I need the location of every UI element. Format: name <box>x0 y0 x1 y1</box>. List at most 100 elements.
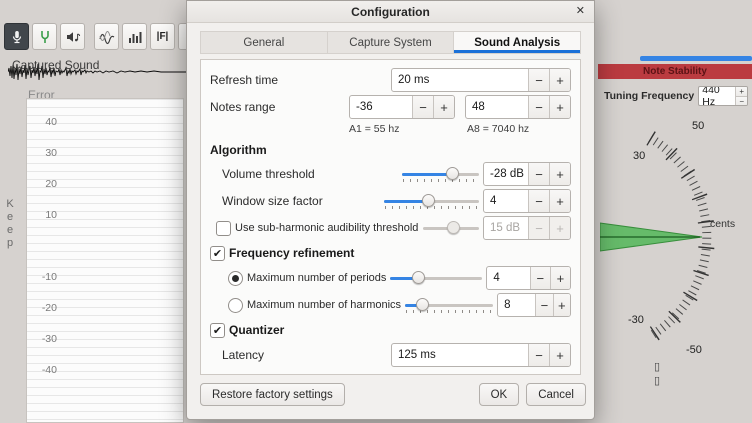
histogram-view-button[interactable] <box>122 23 147 50</box>
max-harmonics-radio[interactable] <box>228 298 243 313</box>
subharmonic-decrease-button[interactable]: − <box>528 217 549 239</box>
max-periods-spinbox[interactable]: 4 − + <box>486 266 571 290</box>
slider-ticks <box>403 179 478 182</box>
refresh-time-increase-button[interactable]: + <box>549 69 570 91</box>
error-history-plot: 40 30 20 10 -10 -20 -30 -40 <box>26 98 184 423</box>
notes-range-max-spinbox[interactable]: 48 − + <box>465 95 571 119</box>
tuning-frequency-spinbox[interactable]: 440 Hz + − <box>698 86 748 106</box>
slider-fill <box>402 173 451 176</box>
notes-range-min-spinbox[interactable]: -36 − + <box>349 95 455 119</box>
fourier-view-label: |F| <box>157 31 169 42</box>
subharmonic-slider[interactable] <box>423 219 479 237</box>
max-harmonics-value[interactable]: 8 <box>498 294 535 316</box>
check-icon: ✔ <box>213 324 222 337</box>
cents-gauge-dial <box>600 110 752 423</box>
notes-range-max-increase-button[interactable]: + <box>549 96 570 118</box>
ok-button[interactable]: OK <box>479 383 520 406</box>
subharmonic-checkbox[interactable] <box>216 221 231 236</box>
latency-label: Latency <box>222 348 264 362</box>
notes-range-min-increase-button[interactable]: + <box>433 96 454 118</box>
cancel-button[interactable]: Cancel <box>526 383 586 406</box>
error-scale-label: -40 <box>33 364 57 376</box>
tuning-frequency-decrease-button[interactable]: − <box>736 97 747 106</box>
max-periods-value[interactable]: 4 <box>487 267 529 289</box>
max-periods-decrease-button[interactable]: − <box>530 267 550 289</box>
toolbar: |F| μ <box>4 23 206 50</box>
notes-range-max-decrease-button[interactable]: − <box>528 96 549 118</box>
latency-increase-button[interactable]: + <box>549 344 570 366</box>
volume-threshold-slider[interactable] <box>402 165 479 183</box>
tab-capture-system-label: Capture System <box>349 37 431 49</box>
volume-threshold-row: Volume threshold -28 dB − + <box>210 162 571 186</box>
refresh-time-value[interactable]: 20 ms <box>392 69 528 91</box>
tab-capture-system[interactable]: Capture System <box>328 32 455 53</box>
latency-decrease-button[interactable]: − <box>528 344 549 366</box>
tuning-frequency-increase-button[interactable]: + <box>736 87 747 97</box>
note-display: ▯ ▯ <box>654 360 660 388</box>
slider-handle[interactable] <box>447 221 460 234</box>
volume-threshold-decrease-button[interactable]: − <box>528 163 549 185</box>
tuning-fork-icon <box>37 29 53 45</box>
notes-range-min-value[interactable]: -36 <box>350 96 412 118</box>
max-periods-label: Maximum number of periods <box>247 272 386 284</box>
max-periods-row: Maximum number of periods 4 − + <box>210 266 571 290</box>
notes-range-captions: A1 = 55 hz A8 = 7040 hz <box>210 122 571 136</box>
notes-range-max-value[interactable]: 48 <box>466 96 528 118</box>
captured-sound-panel: Captured Sound <box>8 56 186 86</box>
note-stability-label: Note Stability <box>643 66 707 77</box>
speaker-button[interactable] <box>60 23 85 50</box>
max-periods-increase-button[interactable]: + <box>550 267 570 289</box>
window-size-factor-row: Window size factor 4 − + <box>210 189 571 213</box>
latency-value[interactable]: 125 ms <box>392 344 528 366</box>
subharmonic-row: Use sub-harmonic audibility threshold 15… <box>210 216 571 240</box>
frequency-refinement-header-row: ✔ Frequency refinement <box>210 243 571 263</box>
refresh-time-spinbox[interactable]: 20 ms − + <box>391 68 571 92</box>
tab-sound-analysis-label: Sound Analysis <box>474 37 560 49</box>
window-size-factor-decrease-button[interactable]: − <box>528 190 549 212</box>
subharmonic-increase-button[interactable]: + <box>549 217 570 239</box>
restore-factory-settings-button[interactable]: Restore factory settings <box>200 383 345 406</box>
slider-handle[interactable] <box>446 167 459 180</box>
microphone-button[interactable] <box>4 23 29 50</box>
close-icon[interactable]: ✕ <box>576 4 585 17</box>
window-size-factor-spinbox[interactable]: 4 − + <box>483 189 571 213</box>
max-periods-radio[interactable] <box>228 271 243 286</box>
microphone-icon <box>9 29 25 45</box>
notes-range-min-decrease-button[interactable]: − <box>412 96 433 118</box>
volume-threshold-spinbox[interactable]: -28 dB − + <box>483 162 571 186</box>
window-size-factor-value[interactable]: 4 <box>484 190 528 212</box>
volume-threshold-value[interactable]: -28 dB <box>484 163 528 185</box>
latency-spinbox[interactable]: 125 ms − + <box>391 343 571 367</box>
tab-general-label: General <box>243 37 284 49</box>
max-harmonics-increase-button[interactable]: + <box>553 294 570 316</box>
refresh-time-decrease-button[interactable]: − <box>528 69 549 91</box>
subharmonic-spinbox[interactable]: 15 dB − + <box>483 216 571 240</box>
max-harmonics-spinbox[interactable]: 8 − + <box>497 293 571 317</box>
window-size-factor-increase-button[interactable]: + <box>549 190 570 212</box>
notes-range-min-caption: A1 = 55 hz <box>345 123 453 135</box>
max-harmonics-slider[interactable] <box>405 296 493 314</box>
dialog-titlebar[interactable]: Configuration ✕ <box>187 1 594 23</box>
tab-general[interactable]: General <box>201 32 328 53</box>
quantizer-checkbox[interactable]: ✔ <box>210 323 225 338</box>
subharmonic-value[interactable]: 15 dB <box>484 217 528 239</box>
tuning-fork-button[interactable] <box>32 23 57 50</box>
dialog-title: Configuration <box>351 5 430 19</box>
tuning-frequency-value[interactable]: 440 Hz <box>699 87 735 105</box>
gauge-label-minus30: -30 <box>628 314 644 326</box>
window-size-factor-slider[interactable] <box>384 192 479 210</box>
volume-threshold-increase-button[interactable]: + <box>549 163 570 185</box>
slider-handle[interactable] <box>412 271 425 284</box>
slider-handle[interactable] <box>416 298 429 311</box>
input-volume-slider[interactable] <box>640 56 752 61</box>
slider-handle[interactable] <box>422 194 435 207</box>
keep-axis-label: Keep <box>4 198 16 250</box>
waveform-view-button[interactable] <box>94 23 119 50</box>
max-harmonics-decrease-button[interactable]: − <box>535 294 552 316</box>
tab-sound-analysis[interactable]: Sound Analysis <box>454 32 580 53</box>
error-scale-label: 20 <box>33 178 57 190</box>
captured-sound-label: Captured Sound <box>12 58 99 72</box>
frequency-refinement-checkbox[interactable]: ✔ <box>210 246 225 261</box>
fourier-view-button[interactable]: |F| <box>150 23 175 50</box>
max-periods-slider[interactable] <box>390 269 482 287</box>
